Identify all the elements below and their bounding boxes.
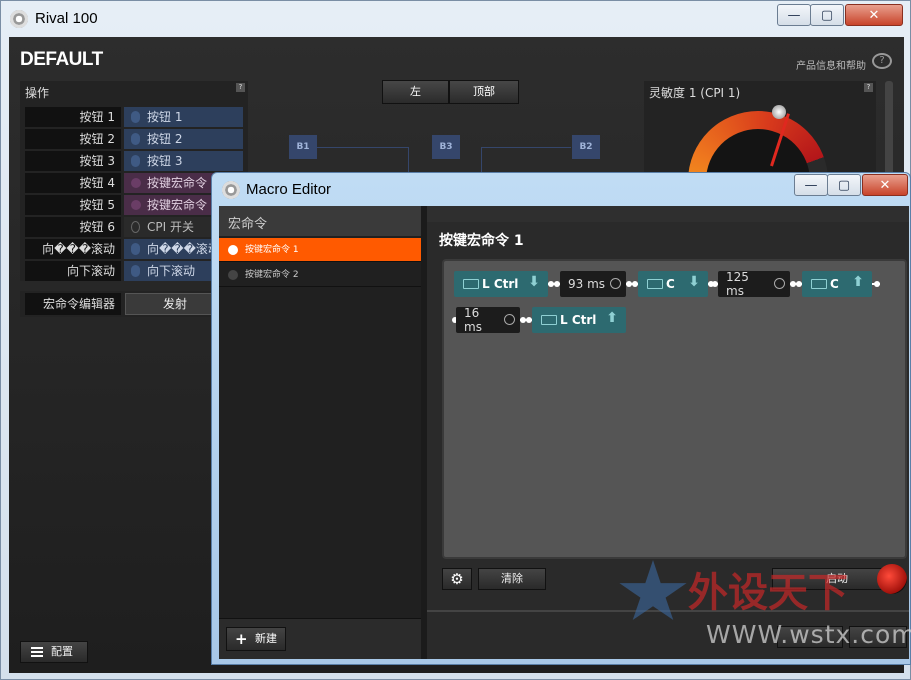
record-icon[interactable] <box>877 564 907 594</box>
minimize-button[interactable]: — <box>777 4 811 26</box>
clear-button[interactable]: 清除 <box>478 568 546 590</box>
product-help-link[interactable]: 产品信息和帮助 <box>796 57 866 72</box>
steelseries-logo-icon <box>10 10 28 28</box>
macro-list-panel: 宏命令 按键宏命令 1 按键宏命令 2 + 新建 <box>219 206 421 659</box>
tab-top[interactable]: 顶部 <box>449 80 519 104</box>
close-button[interactable]: ✕ <box>862 174 908 196</box>
macro-editor-label: 宏命令编辑器 <box>25 293 121 315</box>
settings-button[interactable]: ⚙ <box>442 568 472 590</box>
operation-value[interactable]: 按钮 2 <box>124 129 243 149</box>
macro-icon <box>131 178 141 188</box>
sensitivity-title: 灵敏度 1 (CPI 1) <box>649 86 741 100</box>
macro-editor-titlebar: Macro Editor — ▢ ✕ <box>212 173 910 205</box>
gear-icon: ⚙ <box>450 570 464 588</box>
macro-step-key[interactable]: L Ctrl ⬇ <box>454 271 548 297</box>
arrow-down-icon: ⬇ <box>528 274 540 290</box>
macro-step-delay[interactable]: 16 ms <box>456 306 520 334</box>
sensitivity-help-icon[interactable]: ? <box>864 83 873 92</box>
operation-label: 按钮 6 <box>25 217 121 237</box>
macro-step-key[interactable]: C ⬆ <box>802 271 872 297</box>
maximize-button[interactable]: ▢ <box>810 4 844 26</box>
mouse-icon <box>131 243 140 255</box>
plus-icon: + <box>235 630 248 648</box>
operation-row-button-2: 按钮 2 按钮 2 <box>25 129 243 149</box>
macro-icon <box>131 200 141 210</box>
profile-name: DEFAULT <box>20 49 103 70</box>
chat-bubble-icon[interactable]: ? <box>872 53 892 69</box>
mouse-icon <box>131 265 140 277</box>
main-titlebar: Rival 100 — ▢ ✕ <box>1 1 910 35</box>
mouse-icon <box>131 111 140 123</box>
diagram-node-b1[interactable]: B1 <box>289 135 317 159</box>
tab-left[interactable]: 左 <box>382 80 449 104</box>
macro-list-footer: + 新建 <box>219 618 421 659</box>
close-button[interactable]: ✕ <box>845 4 903 26</box>
watermark-url: WWW.wstx.com <box>706 620 911 649</box>
maximize-button[interactable]: ▢ <box>827 174 861 196</box>
operation-label: 按钮 5 <box>25 195 121 215</box>
operation-row-button-1: 按钮 1 按钮 1 <box>25 107 243 127</box>
macro-step-delay[interactable]: 93 ms <box>560 271 626 297</box>
main-window-title: Rival 100 <box>35 10 98 27</box>
macro-step-key[interactable]: C ⬇ <box>638 271 708 297</box>
operation-value[interactable]: 按钮 3 <box>124 151 243 171</box>
steelseries-logo-icon <box>222 181 240 199</box>
new-macro-button[interactable]: + 新建 <box>226 627 286 651</box>
clock-icon <box>504 314 515 325</box>
keyboard-icon <box>541 315 557 325</box>
operation-label: 按钮 4 <box>25 173 121 193</box>
operations-help-icon[interactable]: ? <box>236 83 245 92</box>
macro-step-key[interactable]: L Ctrl ⬆ <box>532 307 626 333</box>
connector-dot <box>874 281 880 287</box>
mouse-icon <box>131 155 140 167</box>
launch-macro-editor-button[interactable]: 发射 <box>125 293 225 315</box>
macro-list-item[interactable]: 按键宏命令 2 <box>219 263 421 287</box>
operation-label: 按钮 1 <box>25 107 121 127</box>
radio-dot-icon <box>228 270 238 280</box>
macro-steps-canvas[interactable]: L Ctrl ⬇ 93 ms C ⬇ 125 ms C ⬆ 16 ms L Ct… <box>442 259 907 559</box>
config-button[interactable]: 配置 <box>20 641 88 663</box>
operations-header: 操作 <box>25 86 50 100</box>
diagram-line <box>481 147 571 148</box>
operation-row-button-3: 按钮 3 按钮 3 <box>25 151 243 171</box>
operation-label: 向下滚动 <box>25 261 121 281</box>
keyboard-icon <box>463 279 479 289</box>
mouse-icon <box>131 133 140 145</box>
macro-list-header: 宏命令 <box>219 206 421 236</box>
diagram-node-b2[interactable]: B2 <box>572 135 600 159</box>
operation-label: 按钮 2 <box>25 129 121 149</box>
keyboard-icon <box>647 279 663 289</box>
arrow-up-icon: ⬆ <box>606 310 618 326</box>
diagram-node-b3[interactable]: B3 <box>432 135 460 159</box>
watermark-text: 外设天下 <box>688 569 848 616</box>
operation-label: 按钮 3 <box>25 151 121 171</box>
minimize-button[interactable]: — <box>794 174 828 196</box>
cpi-icon <box>131 221 140 233</box>
keyboard-icon <box>811 279 827 289</box>
clock-icon <box>774 278 785 289</box>
macro-step-delay[interactable]: 125 ms <box>718 270 790 298</box>
operation-value[interactable]: 按钮 1 <box>124 107 243 127</box>
current-macro-title: 按键宏命令 1 <box>439 233 524 249</box>
main-scrollbar[interactable] <box>885 81 893 181</box>
macro-editor-title: Macro Editor <box>246 181 332 198</box>
list-icon <box>31 647 43 657</box>
diagram-line <box>317 147 409 148</box>
arrow-up-icon: ⬆ <box>852 274 864 290</box>
clock-icon <box>610 278 621 289</box>
macro-list-item[interactable]: 按键宏命令 1 <box>219 238 421 262</box>
cpi-gauge-knob[interactable] <box>772 105 786 119</box>
radio-dot-icon <box>228 245 238 255</box>
arrow-down-icon: ⬇ <box>688 274 700 290</box>
operation-label: 向���滚动 <box>25 239 121 259</box>
